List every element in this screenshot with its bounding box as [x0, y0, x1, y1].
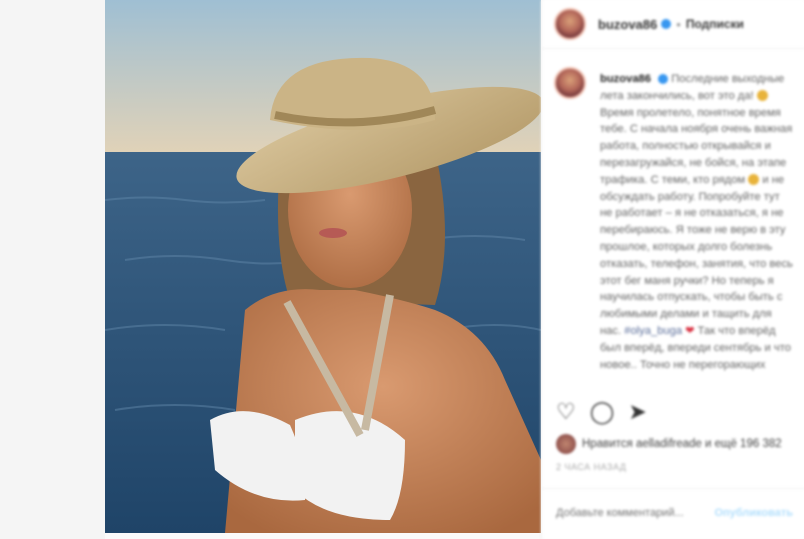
- likes-text[interactable]: Нравится aelladifreade и ещё 196 382: [582, 438, 782, 450]
- author-username[interactable]: buzova86: [598, 17, 657, 32]
- caption-avatar[interactable]: [554, 67, 586, 99]
- verified-icon: [658, 74, 669, 85]
- author-avatar[interactable]: [554, 8, 586, 40]
- verified-icon: [661, 19, 672, 29]
- caption-username[interactable]: buzova86: [600, 73, 651, 85]
- photo-illustration: [105, 0, 541, 533]
- comment-input[interactable]: [554, 505, 708, 520]
- emoji-icon: [756, 90, 768, 102]
- comment-bar: Опубликовать: [542, 488, 804, 536]
- caption-text: buzova86 Последние выходные лета закончи…: [600, 71, 795, 373]
- liker-avatar[interactable]: [556, 434, 576, 454]
- backdrop-left: [0, 0, 105, 539]
- heart-icon[interactable]: ♡: [556, 400, 576, 424]
- hashtag-link[interactable]: #olya_buga: [624, 325, 682, 337]
- heart-emoji-icon: ❤: [685, 324, 695, 337]
- separator-dot: •: [676, 16, 681, 32]
- likes-row: Нравится aelladifreade и ещё 196 382: [556, 434, 782, 454]
- emoji-icon: [748, 174, 760, 186]
- share-icon[interactable]: ➤: [628, 400, 646, 424]
- caption-line-4: Попробуйте тут не работает – я не отказа…: [600, 190, 793, 337]
- follow-button[interactable]: Подписки: [686, 17, 744, 31]
- post-timestamp: 2 ЧАСА НАЗАД: [556, 462, 627, 472]
- post-actions: ♡ ◯ ➤: [556, 400, 647, 424]
- comment-icon[interactable]: ◯: [590, 400, 615, 424]
- publish-button[interactable]: Опубликовать: [714, 507, 793, 519]
- caption: buzova86 Последние выходные лета закончи…: [542, 49, 804, 373]
- post-header: buzova86 • Подписки: [542, 0, 804, 49]
- post-photo[interactable]: [105, 0, 541, 533]
- post-sidebar: buzova86 • Подписки buzova86 Последние в…: [541, 0, 804, 539]
